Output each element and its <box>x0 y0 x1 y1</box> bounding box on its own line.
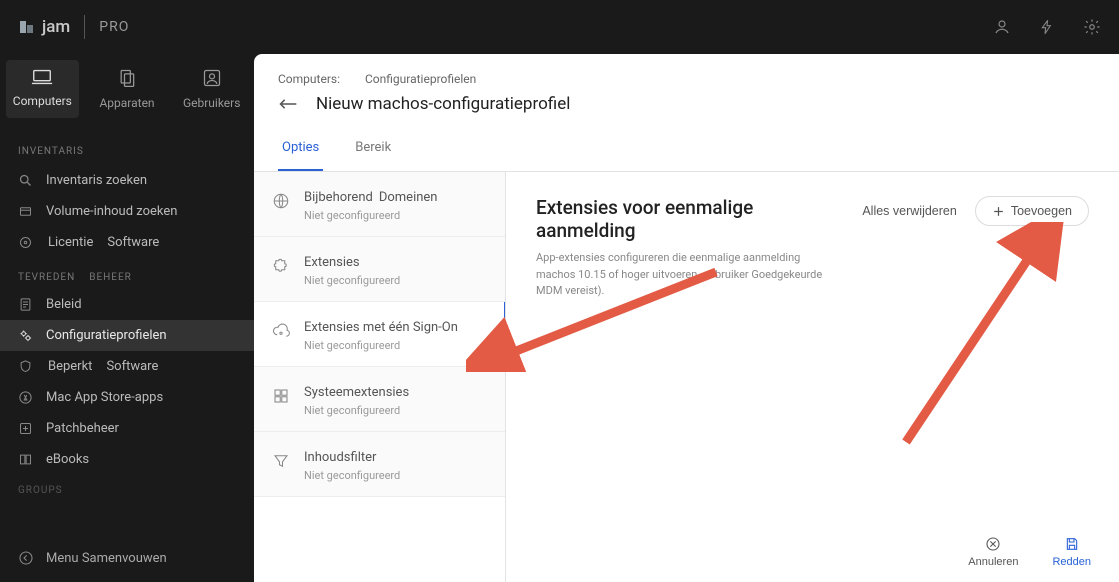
sidebar-collapse-label: Menu Samenvouwen <box>46 551 167 566</box>
breadcrumb: Computers: Configuratieprofielen <box>254 54 1119 92</box>
cancel-button[interactable]: Annuleren <box>968 536 1018 568</box>
nav-tab-devices[interactable]: Apparaten <box>91 60 164 118</box>
save-icon <box>1064 536 1080 552</box>
search-icon <box>18 173 34 188</box>
sidebar-item-mac-app-store[interactable]: Mac App Store-apps <box>0 382 254 413</box>
package-icon <box>18 204 34 219</box>
sidebar-item-patch-mgmt[interactable]: Patchbeheer <box>0 413 254 444</box>
page-title: Nieuw machos-configuratieprofiel <box>316 94 570 114</box>
filter-icon <box>272 452 290 470</box>
topbar: jam PRO <box>0 0 1119 54</box>
user-icon[interactable] <box>993 18 1011 36</box>
sidebar-item-label: Licentie <box>48 235 93 250</box>
globe-icon <box>272 192 290 210</box>
sidebar-item-config-profiles[interactable]: Configuratieprofielen <box>0 320 254 351</box>
tabs: Opties Bereik <box>254 128 1119 172</box>
nav-tab-computers[interactable]: Computers <box>6 60 79 118</box>
tab-options[interactable]: Opties <box>278 128 323 171</box>
brand-tier: PRO <box>99 19 129 35</box>
option-title: Extensies met één Sign-On <box>304 320 458 335</box>
option-extensions[interactable]: Extensies Niet geconfigureerd <box>254 237 505 302</box>
sidebar: Computers Apparaten Gebruikers INVENTARI… <box>0 54 254 582</box>
option-content-filter[interactable]: Inhoudsfilter Niet geconfigureerd <box>254 432 505 497</box>
puzzle-icon <box>272 257 290 275</box>
save-label: Redden <box>1052 556 1091 568</box>
option-subtitle: Niet geconfigureerd <box>304 339 458 352</box>
divider <box>84 15 85 39</box>
brand-logo: jam <box>18 17 70 37</box>
sidebar-collapse-button[interactable]: Menu Samenvouwen <box>18 550 236 566</box>
sidebar-item-policy[interactable]: Beleid <box>0 289 254 320</box>
sidebar-item-label: Beperkt <box>48 359 92 374</box>
option-title: Extensies <box>304 255 400 270</box>
sidebar-item-ebooks[interactable]: eBooks <box>0 444 254 475</box>
sidebar-item-label: Inventaris zoeken <box>46 173 147 188</box>
section-header-inventory: INVENTARIS <box>0 132 254 165</box>
option-sso-extensions[interactable]: Extensies met één Sign-On Niet geconfigu… <box>254 302 506 367</box>
main-panel: Computers: Configuratieprofielen Nieuw m… <box>254 54 1119 582</box>
sidebar-item-search-volume[interactable]: Volume-inhoud zoeken <box>0 196 254 227</box>
sidebar-item-label: Software <box>106 359 158 374</box>
sidebar-item-label: Beleid <box>46 297 82 312</box>
lightning-icon[interactable] <box>1039 18 1055 36</box>
save-button[interactable]: Redden <box>1052 536 1091 568</box>
nav-tab-label: Computers <box>13 94 72 108</box>
option-system-extensions[interactable]: Systeemextensies Niet geconfigureerd <box>254 367 505 432</box>
section-header-groups: GROUPS <box>0 475 254 496</box>
breadcrumb-root[interactable]: Computers: <box>278 72 340 86</box>
section-header-label: BEHEER <box>89 272 132 283</box>
sidebar-item-license-software[interactable]: Licentie Software <box>0 227 254 258</box>
detail-footer: Annuleren Redden <box>940 524 1119 582</box>
tab-scope[interactable]: Bereik <box>351 128 395 171</box>
sidebar-item-label: Mac App Store-apps <box>46 390 163 405</box>
sidebar-item-label: Patchbeheer <box>46 421 119 436</box>
plus-icon <box>992 205 1005 218</box>
option-associated-domains[interactable]: Bijbehorend Domeinen Niet geconfigureerd <box>254 172 505 237</box>
shield-icon <box>18 359 34 374</box>
option-title: Domeinen <box>379 190 438 205</box>
add-button-label: Toevoegen <box>1011 204 1072 218</box>
option-subtitle: Niet geconfigureerd <box>304 274 400 287</box>
document-icon <box>18 297 34 312</box>
option-subtitle: Niet geconfigureerd <box>304 404 409 417</box>
option-subtitle: Niet geconfigureerd <box>304 209 437 222</box>
cloud-key-icon <box>272 322 290 340</box>
sidebar-item-label: eBooks <box>46 452 89 467</box>
sidebar-item-label: Volume-inhoud zoeken <box>46 204 177 219</box>
option-title: Systeemextensies <box>304 385 409 400</box>
gear-multi-icon <box>18 328 34 343</box>
gear-icon[interactable] <box>1083 18 1101 36</box>
section-header-content: TEVREDEN BEHEER <box>0 258 254 289</box>
cancel-icon <box>985 536 1001 552</box>
nav-tab-users[interactable]: Gebruikers <box>175 60 248 118</box>
cancel-label: Annuleren <box>968 556 1018 568</box>
option-title: Bijbehorend <box>304 190 373 205</box>
patch-icon <box>18 421 34 436</box>
sidebar-item-restricted-software[interactable]: Beperkt Software <box>0 351 254 382</box>
book-icon <box>18 452 34 467</box>
sidebar-item-search-inventory[interactable]: Inventaris zoeken <box>0 165 254 196</box>
detail-title: Extensies voor eenmalige aanmelding <box>536 196 832 242</box>
brand-mark-icon <box>18 18 36 36</box>
back-button[interactable] <box>278 97 298 111</box>
nav-tab-label: Apparaten <box>99 96 154 110</box>
remove-all-button[interactable]: Alles verwijderen <box>852 196 966 226</box>
option-subtitle: Niet geconfigureerd <box>304 469 400 482</box>
nav-tab-label: Gebruikers <box>183 96 240 110</box>
option-title: Inhoudsfilter <box>304 450 400 465</box>
grid-icon <box>272 387 290 405</box>
detail-panel: Extensies voor eenmalige aanmelding App-… <box>506 172 1119 582</box>
detail-description: App-extensies configureren die eenmalige… <box>536 250 832 300</box>
sidebar-item-label: Configuratieprofielen <box>46 328 167 343</box>
options-column: BijbehorendDomeinen Niet geconfigureerd … <box>254 172 506 582</box>
breadcrumb-section[interactable]: Configuratieprofielen <box>365 72 476 86</box>
arrow-left-circle-icon <box>18 550 34 566</box>
disc-icon <box>18 235 34 250</box>
section-header-label: TEVREDEN <box>18 272 75 283</box>
add-button[interactable]: Toevoegen <box>975 196 1089 226</box>
appstore-icon <box>18 390 34 405</box>
sidebar-item-label: Software <box>107 235 159 250</box>
brand-name: jam <box>42 17 70 37</box>
